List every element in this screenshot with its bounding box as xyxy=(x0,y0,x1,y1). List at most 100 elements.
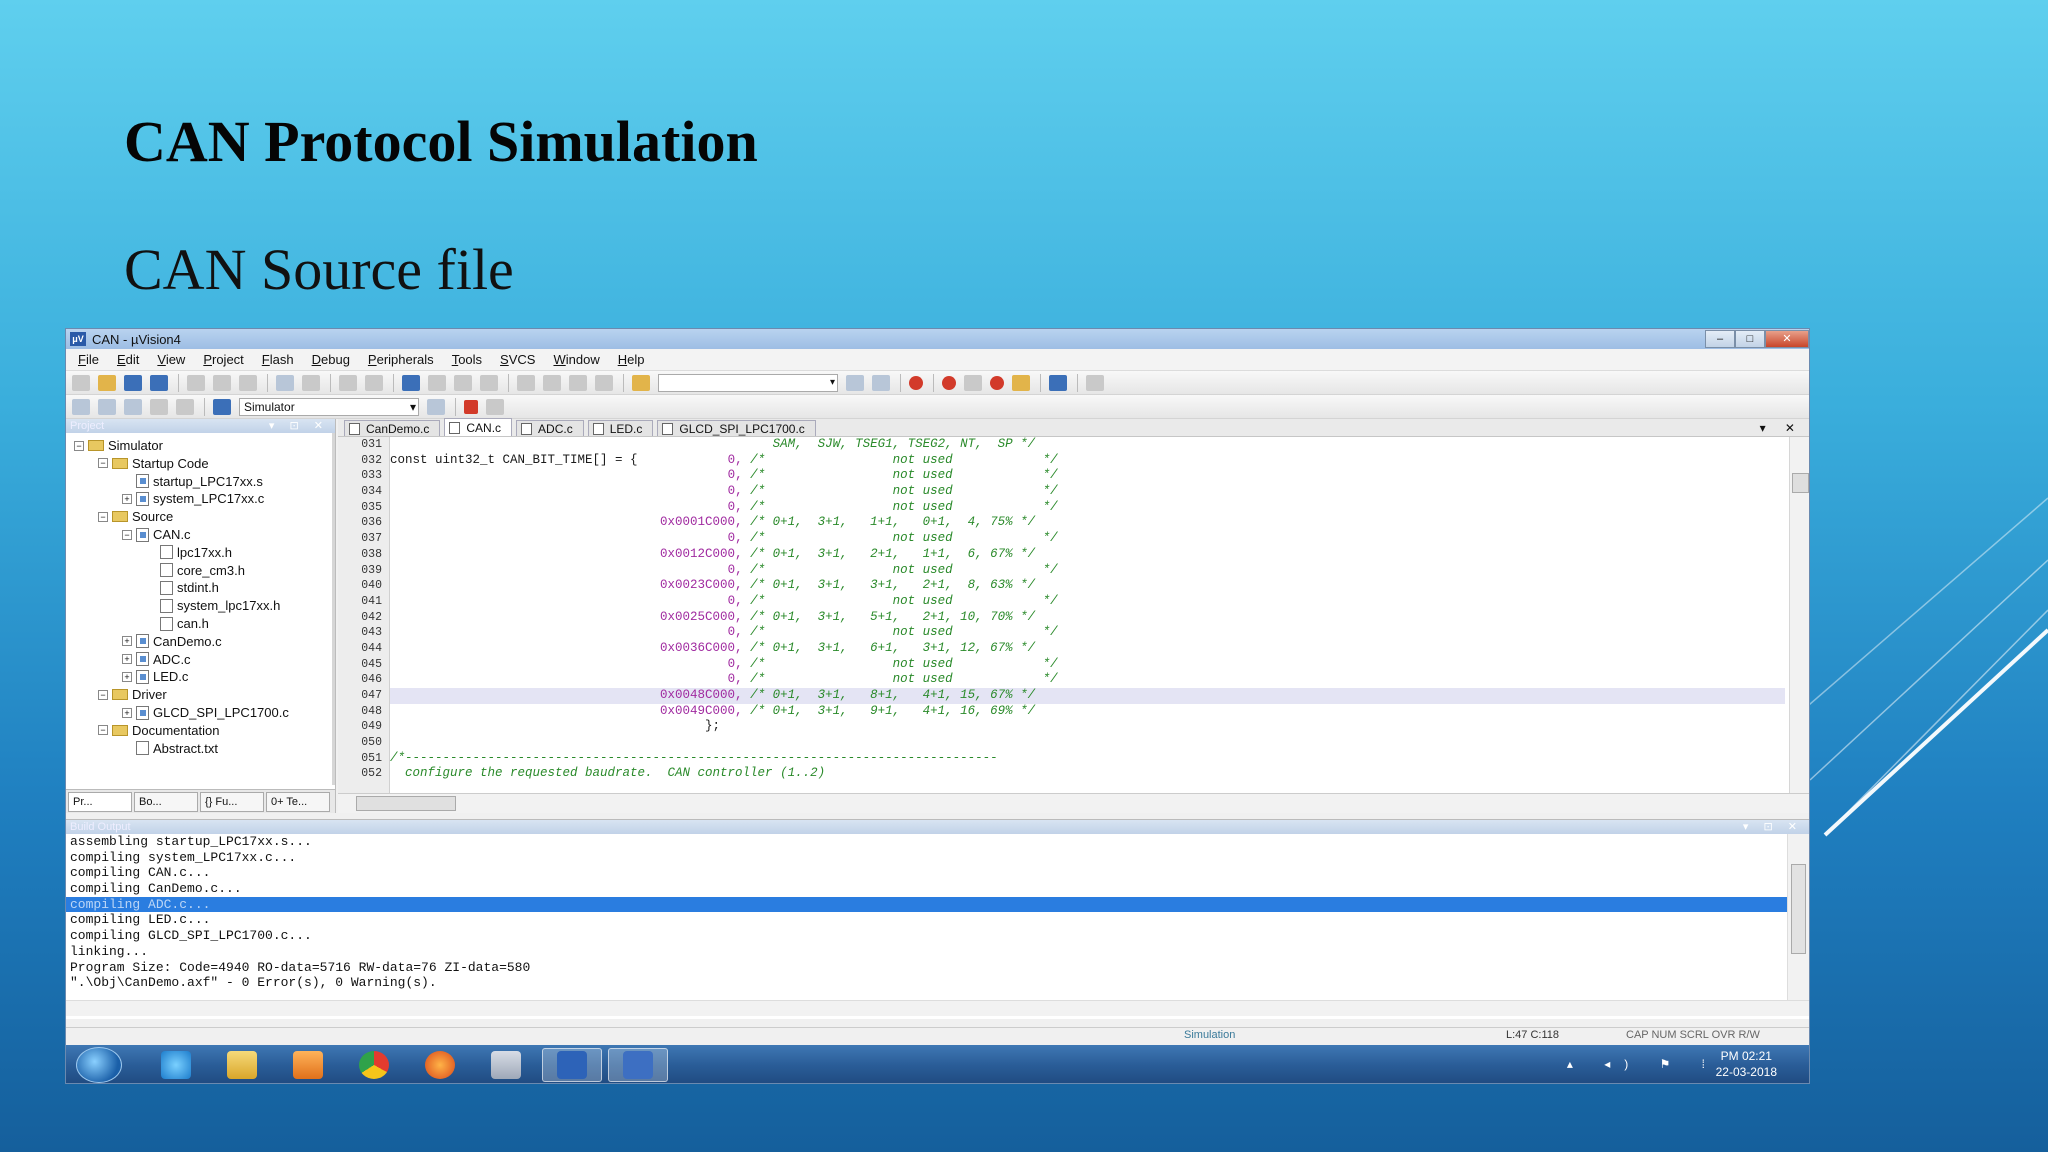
build-output-line[interactable]: compiling CAN.c... xyxy=(66,865,1809,881)
build-output-line[interactable]: Program Size: Code=4940 RO-data=5716 RW-… xyxy=(66,960,1809,976)
target-options-icon[interactable] xyxy=(427,398,445,415)
code-line[interactable]: 035 0, /* not used */ xyxy=(361,500,1785,516)
code-line[interactable]: 039 0, /* not used */ xyxy=(361,563,1785,579)
translate-icon[interactable] xyxy=(72,398,90,415)
close-button[interactable]: ✕ xyxy=(1765,330,1809,348)
code-line[interactable]: 036 0x0001C000, /* 0+1, 3+1, 1+1, 0+1, 4… xyxy=(361,515,1785,531)
tree-node[interactable]: − Driver xyxy=(98,686,167,703)
chrome-icon[interactable] xyxy=(344,1048,404,1082)
next-bookmark-icon[interactable] xyxy=(454,374,472,391)
expand-icon[interactable]: + xyxy=(122,636,132,647)
bookmark-icon[interactable] xyxy=(402,374,420,391)
tree-node[interactable]: − CAN.c xyxy=(122,526,191,543)
code-line[interactable]: 037 0, /* not used */ xyxy=(361,531,1785,547)
code-line[interactable]: 041 0, /* not used */ xyxy=(361,594,1785,610)
tree-node[interactable]: + system_LPC17xx.c xyxy=(122,490,264,507)
rebuild-icon[interactable] xyxy=(124,398,142,415)
uncomment-icon[interactable] xyxy=(595,374,613,391)
collapse-icon[interactable]: − xyxy=(122,529,132,540)
code-line[interactable]: 044 0x0036C000, /* 0+1, 3+1, 6+1, 3+1, 1… xyxy=(361,641,1785,657)
code-line[interactable]: 031 SAM, SJW, TSEG1, TSEG2, NT, SP */ xyxy=(361,437,1785,453)
maximize-button[interactable]: □ xyxy=(1735,330,1765,348)
copy-icon[interactable] xyxy=(213,374,231,391)
tree-node[interactable]: + GLCD_SPI_LPC1700.c xyxy=(122,704,289,721)
tab-glcd-c[interactable]: GLCD_SPI_LPC1700.c xyxy=(657,420,816,436)
breakpoint-icon[interactable] xyxy=(942,375,956,390)
word-icon[interactable] xyxy=(608,1048,668,1082)
menu-edit[interactable]: Edit xyxy=(117,352,139,367)
tree-node[interactable]: Abstract.txt xyxy=(122,740,218,757)
download-icon[interactable] xyxy=(213,398,231,415)
prev-bookmark-icon[interactable] xyxy=(428,374,446,391)
code-line[interactable]: 042 0x0025C000, /* 0+1, 3+1, 5+1, 2+1, 1… xyxy=(361,610,1785,626)
expand-icon[interactable]: + xyxy=(122,493,132,504)
scroll-thumb[interactable] xyxy=(356,796,456,811)
collapse-icon[interactable]: − xyxy=(98,511,108,522)
build-output-line[interactable]: compiling system_LPC17xx.c... xyxy=(66,850,1809,866)
expand-icon[interactable]: + xyxy=(122,707,132,718)
code-line[interactable]: 032 const uint32_t CAN_BIT_TIME[] = { 0, … xyxy=(361,453,1785,469)
redo-icon[interactable] xyxy=(302,374,320,391)
build-output-line[interactable]: linking... xyxy=(66,944,1809,960)
nav-forward-icon[interactable] xyxy=(365,374,383,391)
tab-templates[interactable]: 0+ Te... xyxy=(266,792,330,812)
kill-breakpoints-icon[interactable] xyxy=(990,375,1004,390)
code-line[interactable]: 046 0, /* not used */ xyxy=(361,672,1785,688)
collapse-icon[interactable]: − xyxy=(98,689,108,700)
build-output-line[interactable]: compiling GLCD_SPI_LPC1700.c... xyxy=(66,928,1809,944)
tree-node[interactable]: core_cm3.h xyxy=(146,562,245,579)
build-output-line[interactable]: compiling CanDemo.c... xyxy=(66,881,1809,897)
menu-tools[interactable]: Tools xyxy=(452,352,482,367)
unindent-icon[interactable] xyxy=(543,374,561,391)
nav-back-icon[interactable] xyxy=(339,374,357,391)
incremental-find-icon[interactable] xyxy=(872,374,890,391)
expand-icon[interactable]: + xyxy=(122,654,132,665)
tree-node[interactable]: − Source xyxy=(98,508,173,525)
stop-build-icon[interactable] xyxy=(176,398,194,415)
output-horizontal-scrollbar[interactable] xyxy=(66,1000,1809,1016)
tree-node[interactable]: − Documentation xyxy=(98,722,219,739)
enable-breakpoints-icon[interactable] xyxy=(1012,374,1030,391)
tab-project[interactable]: Pr... xyxy=(68,792,132,812)
debug-session-icon[interactable] xyxy=(909,375,923,390)
panel-controls[interactable]: ▾ ⊡ ✕ xyxy=(269,419,329,433)
find-icon[interactable] xyxy=(846,374,864,391)
code-lines[interactable]: 031 SAM, SJW, TSEG1, TSEG2, NT, SP */032… xyxy=(361,437,1785,793)
tree-node[interactable]: lpc17xx.h xyxy=(146,544,232,561)
code-line[interactable]: 043 0, /* not used */ xyxy=(361,625,1785,641)
menu-help[interactable]: Help xyxy=(618,352,645,367)
find-in-files-icon[interactable] xyxy=(632,374,650,391)
tab-led-c[interactable]: LED.c xyxy=(587,420,654,436)
panel-controls[interactable]: ▾ ⊡ ✕ xyxy=(1743,820,1803,834)
build-output-line[interactable]: assembling startup_LPC17xx.s... xyxy=(66,834,1809,850)
menu-project[interactable]: Project xyxy=(203,352,243,367)
tree-node[interactable]: stdint.h xyxy=(146,579,219,596)
code-line[interactable]: 045 0, /* not used */ xyxy=(361,657,1785,673)
target-select[interactable]: Simulator ▾ xyxy=(239,397,419,416)
clear-bookmarks-icon[interactable] xyxy=(480,374,498,391)
code-line[interactable]: 048 0x0049C000, /* 0+1, 3+1, 9+1, 4+1, 1… xyxy=(361,704,1785,720)
code-line[interactable]: 038 0x0012C000, /* 0+1, 3+1, 2+1, 1+1, 6… xyxy=(361,547,1785,563)
system-tray[interactable]: ▴ ◂) ⚑ ⁞ xyxy=(1567,1057,1719,1071)
build-icon[interactable] xyxy=(98,398,116,415)
tab-adc-c[interactable]: ADC.c xyxy=(516,420,584,436)
save-all-icon[interactable] xyxy=(150,374,168,391)
code-line[interactable]: 050 xyxy=(361,735,1785,751)
build-output-text[interactable]: assembling startup_LPC17xx.s... compiling… xyxy=(66,834,1809,1000)
build-output-line[interactable]: compiling ADC.c... xyxy=(66,896,1809,913)
output-vertical-scrollbar[interactable] xyxy=(1787,834,1809,1000)
menu-peripherals[interactable]: Peripherals xyxy=(368,352,434,367)
undo-icon[interactable] xyxy=(276,374,294,391)
tab-functions[interactable]: {} Fu... xyxy=(200,792,264,812)
tree-node[interactable]: + ADC.c xyxy=(122,651,191,668)
collapse-icon[interactable]: − xyxy=(98,458,108,469)
tab-candemo-c[interactable]: CanDemo.c xyxy=(344,420,441,436)
tree-node[interactable]: + CanDemo.c xyxy=(122,633,222,650)
menu-window[interactable]: Window xyxy=(553,352,599,367)
indent-icon[interactable] xyxy=(517,374,535,391)
media-player-icon[interactable] xyxy=(278,1048,338,1082)
menu-file[interactable]: File xyxy=(78,352,99,367)
editor-vertical-scrollbar[interactable] xyxy=(1789,437,1809,793)
tree-node[interactable]: system_lpc17xx.h xyxy=(146,597,280,614)
expand-icon[interactable]: + xyxy=(122,671,132,682)
